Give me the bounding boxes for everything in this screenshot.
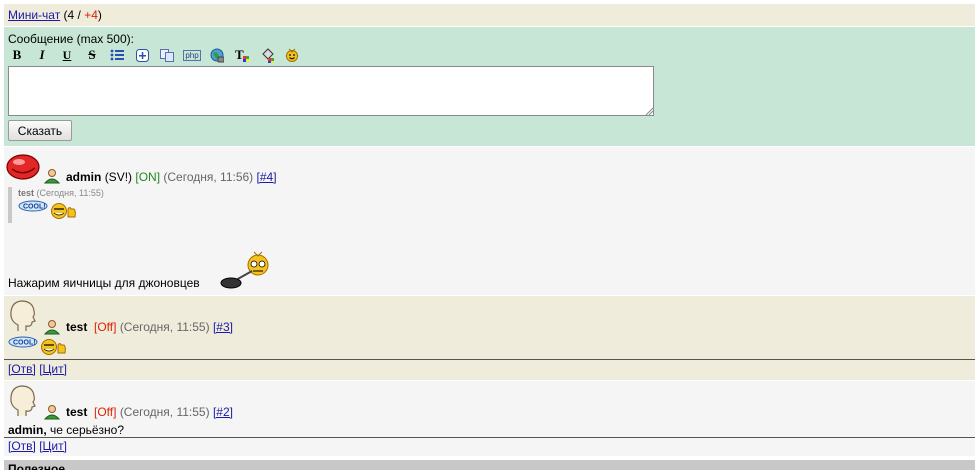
color-glyph: T	[235, 48, 244, 62]
chat-header: Мини-чат (4 / +4)	[4, 4, 975, 26]
strike-glyph: S	[88, 47, 96, 62]
url-button[interactable]	[210, 48, 224, 62]
offline-status: [Off]	[94, 320, 117, 334]
bold-glyph: B	[12, 47, 22, 62]
addressee-name[interactable]: admin,	[8, 423, 47, 437]
message-text: admin, че серьёзно?	[8, 423, 124, 437]
color-button[interactable]: T	[235, 48, 249, 62]
mini-chat-link[interactable]: Мини-чат	[8, 8, 60, 22]
smiley-icon	[286, 48, 298, 62]
message-time: (Сегодня, 11:56)	[163, 170, 254, 184]
smiley-button[interactable]	[285, 48, 299, 62]
paint-bucket-icon	[262, 47, 274, 63]
php-button[interactable]: php	[183, 48, 201, 62]
chat-message: test [Off] (Сегодня, 11:55) [#2] admin, …	[4, 381, 975, 456]
message-meta: admin (SV!) [ON] (Сегодня, 11:56) [#4]	[66, 170, 277, 184]
new-message-count: +4	[84, 8, 98, 22]
resize-grip-icon[interactable]	[645, 107, 653, 115]
message-body: че серьёзно?	[46, 423, 125, 437]
message-composer: Сообщение (max 500): B I U S php T Сказа…	[4, 27, 975, 146]
chat-message: admin (SV!) [ON] (Сегодня, 11:56) [#4] t…	[4, 147, 975, 295]
quote-link[interactable]: [Цит]	[39, 362, 67, 376]
useful-section-title: Полезное	[8, 462, 66, 470]
online-status: [ON]	[135, 170, 161, 184]
message-label: Сообщение (max 500):	[8, 32, 134, 46]
message-meta: test [Off] (Сегодня, 11:55) [#2]	[66, 405, 233, 419]
message-time: (Сегодня, 11:55)	[119, 320, 210, 334]
php-glyph: php	[183, 49, 201, 61]
spoiler-button[interactable]	[135, 48, 149, 62]
quote-link[interactable]: [Цит]	[39, 439, 67, 453]
italic-glyph: I	[39, 47, 45, 62]
message-actions: [Отв] [Цит]	[8, 362, 67, 376]
divider	[4, 359, 975, 360]
author-name[interactable]: test	[66, 320, 87, 334]
message-id-link[interactable]: [#3]	[213, 320, 233, 334]
message-meta: test [Off] (Сегодня, 11:55) [#3]	[66, 320, 233, 334]
reply-link[interactable]: [Отв]	[8, 439, 36, 453]
chat-message: test [Off] (Сегодня, 11:55) [#3] COOL! […	[4, 296, 975, 380]
useful-section-header: Полезное	[4, 460, 975, 470]
underline-button[interactable]: U	[60, 48, 74, 62]
copy-button[interactable]	[160, 48, 174, 62]
text-color-icon: T	[235, 48, 249, 62]
svg-text:COOL!: COOL!	[23, 204, 46, 211]
author-name[interactable]: admin	[66, 170, 101, 184]
svg-text:COOL!: COOL!	[13, 340, 36, 347]
header-slash: /	[74, 8, 85, 22]
message-time: (Сегодня, 11:55)	[119, 405, 210, 419]
message-actions: [Отв] [Цит]	[8, 439, 67, 453]
say-button[interactable]: Сказать	[8, 120, 72, 141]
user-icon	[44, 169, 60, 184]
blank-head-avatar	[10, 300, 36, 331]
list-icon	[110, 49, 124, 61]
message-id-link[interactable]: [#4]	[257, 170, 277, 184]
quote-header: test (Сегодня, 11:55)	[18, 188, 104, 198]
author-name[interactable]: test	[66, 405, 87, 419]
quote-author: test	[18, 188, 35, 198]
red-blob-avatar	[6, 154, 40, 180]
cool-smiley-icon: COOL!	[8, 336, 66, 355]
underline-glyph: U	[62, 47, 72, 62]
message-id-link[interactable]: [#2]	[213, 405, 233, 419]
quote-time: (Сегодня, 11:55)	[36, 188, 104, 198]
reply-link[interactable]: [Отв]	[8, 362, 36, 376]
header-close-paren: )	[97, 8, 102, 22]
divider	[4, 437, 975, 438]
list-button[interactable]	[110, 48, 124, 62]
strike-button[interactable]: S	[85, 47, 99, 62]
italic-button[interactable]: I	[35, 47, 49, 62]
user-icon	[44, 320, 60, 335]
fill-button[interactable]	[260, 47, 274, 63]
author-role: (SV!)	[104, 170, 133, 184]
message-text: Нажарим яичницы для джоновцев	[8, 276, 200, 290]
globe-icon	[210, 48, 224, 62]
message-textarea[interactable]	[8, 66, 654, 116]
quote-bar	[8, 187, 12, 223]
bold-button[interactable]: B	[10, 47, 24, 62]
cool-smiley-icon: COOL!	[18, 200, 76, 219]
plus-box-icon	[135, 48, 149, 62]
frying-pan-smiley-icon	[220, 251, 269, 289]
user-icon	[44, 405, 60, 420]
format-toolbar: B I U S php T	[10, 47, 310, 63]
blank-head-avatar	[10, 385, 36, 416]
offline-status: [Off]	[94, 405, 117, 419]
copy-icon	[160, 48, 174, 62]
